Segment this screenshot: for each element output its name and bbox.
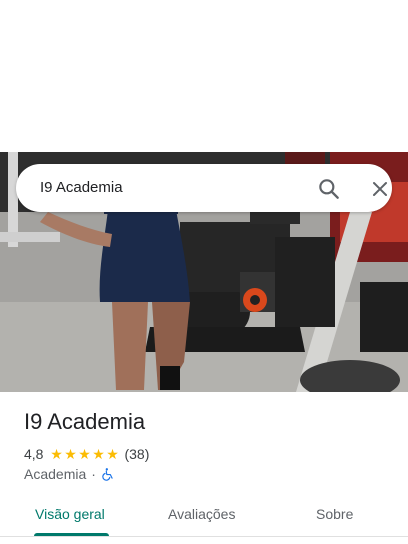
- close-button[interactable]: [368, 177, 392, 201]
- place-title: I9 Academia: [24, 409, 146, 434]
- separator: ·: [91, 466, 96, 482]
- rating-row[interactable]: 4,8 ★ ★ ★ ★ ★ (38): [24, 445, 149, 463]
- rating-value: 4,8: [24, 446, 44, 462]
- place-category: Academia: [24, 466, 87, 482]
- map-blank-area: [0, 0, 408, 152]
- search-bar[interactable]: I9 Academia: [16, 164, 392, 212]
- review-count[interactable]: (38): [124, 446, 149, 462]
- star-icon: ★: [64, 446, 77, 462]
- close-icon: [373, 182, 387, 196]
- search-icon: [319, 179, 339, 199]
- tab-about[interactable]: Sobre: [316, 506, 353, 522]
- star-icon: ★: [92, 446, 105, 462]
- star-icon: ★: [78, 446, 91, 462]
- search-button[interactable]: [316, 176, 342, 202]
- tab-overview[interactable]: Visão geral: [35, 506, 105, 522]
- place-tabs: Visão geral Avaliações Sobre: [0, 496, 408, 544]
- tabs-divider: [0, 536, 408, 537]
- star-icon: ★: [50, 446, 63, 462]
- tab-reviews[interactable]: Avaliações: [168, 506, 235, 522]
- category-row: Academia ·: [24, 466, 115, 482]
- star-rating: ★ ★ ★ ★ ★: [49, 447, 119, 461]
- wheelchair-icon: [102, 468, 113, 481]
- star-icon: ★: [106, 446, 119, 462]
- search-input[interactable]: I9 Academia: [40, 179, 123, 196]
